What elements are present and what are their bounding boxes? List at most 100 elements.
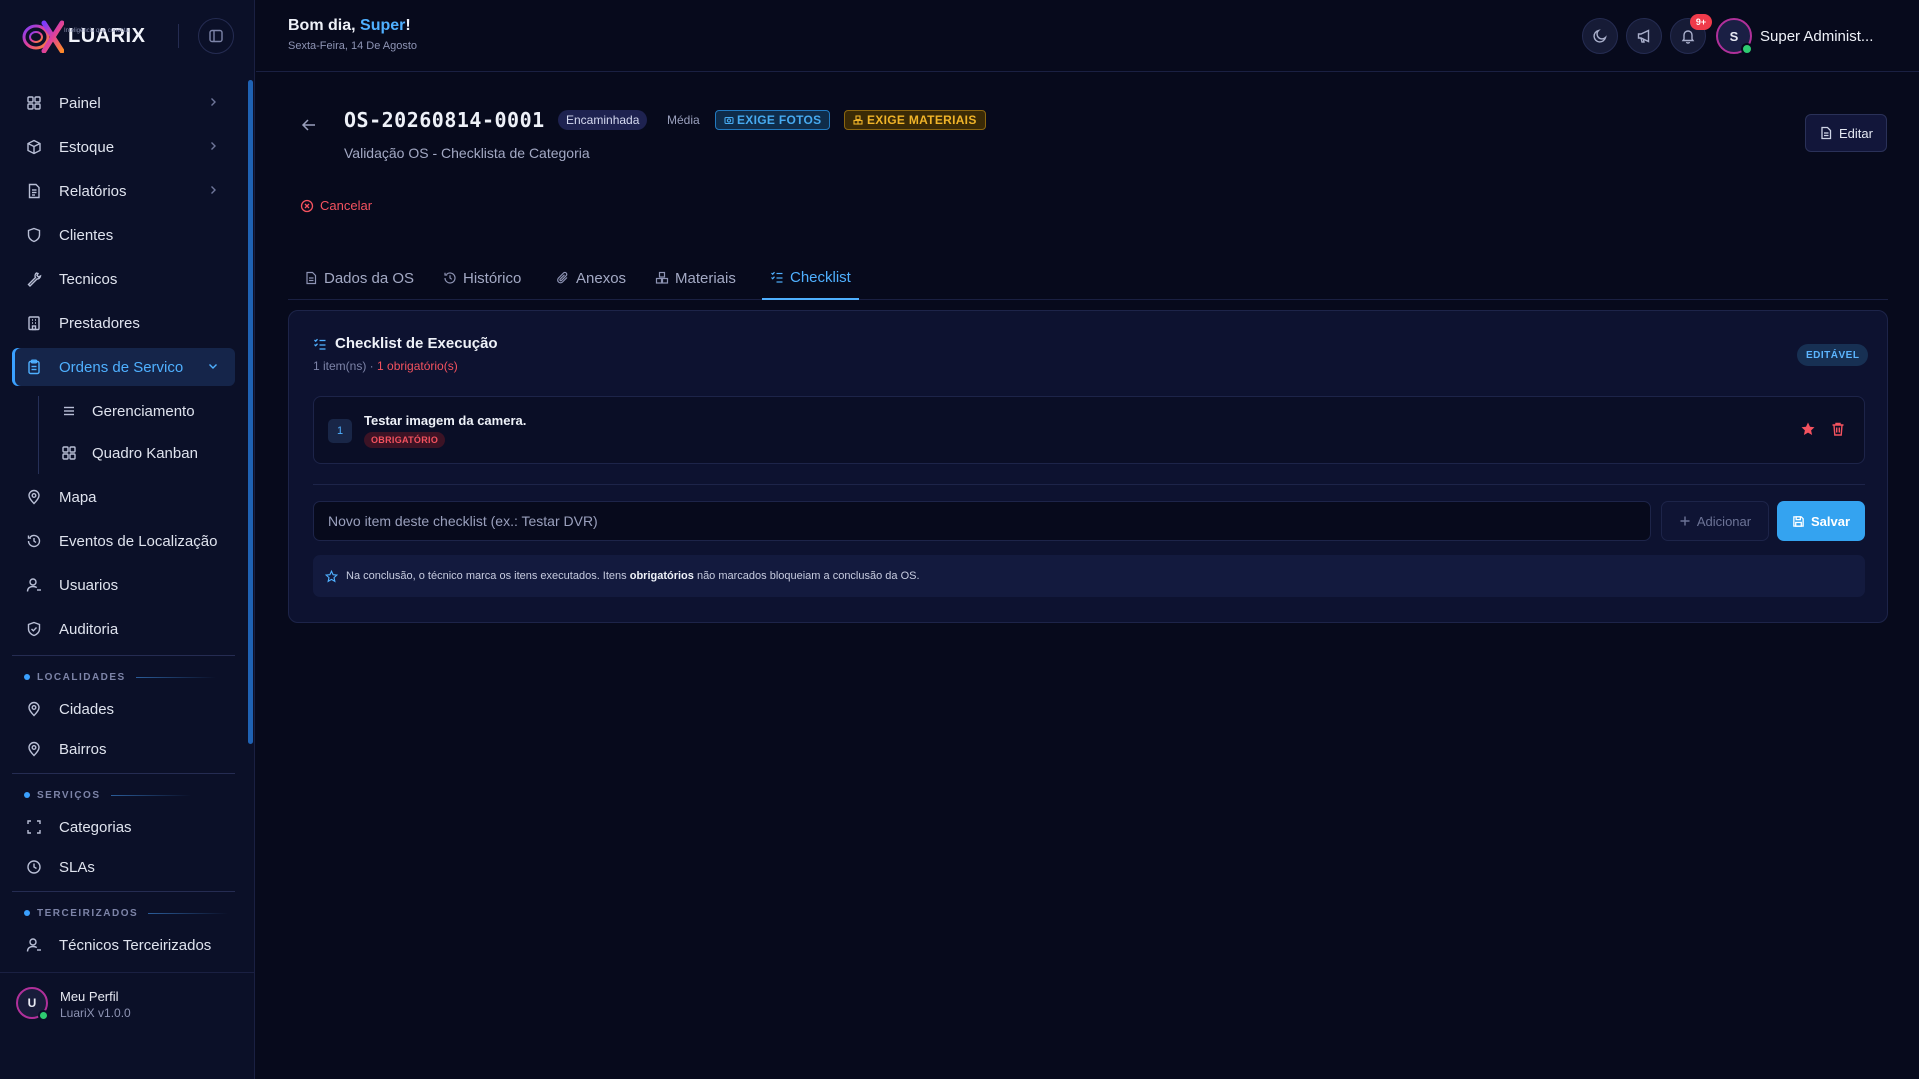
section-dot <box>24 792 30 798</box>
scan-icon <box>25 818 43 836</box>
online-status-dot <box>38 1010 49 1021</box>
sidebar-item-estoque[interactable]: Estoque <box>12 128 235 166</box>
user-menu[interactable]: Super Administ... <box>1760 28 1873 45</box>
profile-link[interactable]: U Meu Perfil LuariX v1.0.0 <box>0 972 255 1079</box>
tab-historico[interactable]: Histórico <box>443 256 521 300</box>
checklist-title: Checklist de Execução <box>313 335 498 352</box>
item-count: 1 item(ns) · <box>313 359 378 373</box>
save-icon <box>1792 515 1805 528</box>
save-label: Salvar <box>1810 513 1851 529</box>
sidebar-item-tecnicos-terceirizados[interactable]: Técnicos Terceirizados <box>12 926 235 964</box>
sidebar-item-relatorios[interactable]: Relatórios <box>12 172 235 210</box>
section-label: TERCEIRIZADOS <box>37 907 139 919</box>
greeting-name: Super <box>360 17 406 34</box>
report-icon <box>25 182 43 200</box>
edit-label: Editar <box>1839 125 1873 141</box>
sidebar-item-label: Quadro Kanban <box>92 444 198 462</box>
chevron-right-icon <box>207 184 219 196</box>
cancel-order-button[interactable]: Cancelar <box>300 198 372 213</box>
required-tag: OBRIGATÓRIO <box>364 432 446 448</box>
announcements-button[interactable] <box>1626 18 1662 54</box>
tab-dados-da-os[interactable]: Dados da OS <box>304 256 414 300</box>
tab-materiais[interactable]: Materiais <box>655 256 736 300</box>
checklist-icon <box>770 270 784 284</box>
sidebar-item-slas[interactable]: SLAs <box>12 848 235 886</box>
top-bar: Bom dia, Super! Sexta-Feira, 14 De Agost… <box>256 0 1919 72</box>
brand-logo[interactable]: LUARIX <box>22 18 145 54</box>
clipboard-icon <box>25 358 43 376</box>
requires-materials-badge: EXIGE MATERIAIS <box>844 110 986 130</box>
sidebar-item-label: Técnicos Terceirizados <box>59 936 212 954</box>
sidebar-item-label: Cidades <box>59 700 115 718</box>
sidebar-item-label: Categorias <box>59 818 132 836</box>
main-content: OS-20260814-0001 Encaminhada Média EXIGE… <box>288 72 1888 1079</box>
sidebar-item-label: Auditoria <box>59 620 119 638</box>
add-item-button[interactable]: Adicionar <box>1661 501 1769 541</box>
tab-label: Checklist <box>790 268 851 286</box>
sidebar-item-clientes[interactable]: Clientes <box>12 216 235 254</box>
edit-button[interactable]: Editar <box>1805 114 1887 152</box>
paperclip-icon <box>556 271 570 285</box>
tab-checklist[interactable]: Checklist <box>762 256 859 300</box>
sidebar-item-painel[interactable]: Painel <box>12 84 235 122</box>
collapse-sidebar-button[interactable] <box>198 18 234 54</box>
hint-prefix: Na conclusão, o técnico marca os itens e… <box>346 570 630 582</box>
user-icon <box>25 936 43 954</box>
chevron-right-icon <box>207 96 219 108</box>
app-version: LuariX v1.0.0 <box>60 1006 131 1020</box>
order-subtitle: Validação OS - Checklista de Categoria <box>344 145 590 161</box>
sidebar-item-eventos-de-localizacao[interactable]: Eventos de Localização <box>12 522 235 560</box>
sidebar-item-quadro-kanban[interactable]: Quadro Kanban <box>12 434 235 472</box>
sidebar: LUARIX Inteligência que conecta Painel E… <box>0 0 255 1079</box>
checklist-card: Checklist de Execução 1 item(ns) · 1 obr… <box>288 310 1888 623</box>
theme-toggle-button[interactable] <box>1582 18 1618 54</box>
arrow-left-icon <box>300 116 318 134</box>
sidebar-item-prestadores[interactable]: Prestadores <box>12 304 235 342</box>
star-icon <box>1800 421 1816 437</box>
grid-icon <box>25 94 43 112</box>
tab-label: Anexos <box>576 269 627 287</box>
sidebar-item-label: Prestadores <box>59 314 140 332</box>
section-servicos: SERVIÇOS <box>24 788 191 802</box>
sidebar-item-mapa[interactable]: Mapa <box>12 478 235 516</box>
sidebar-scrollbar[interactable] <box>248 80 253 744</box>
sidebar-item-cidades[interactable]: Cidades <box>12 690 235 728</box>
back-button[interactable] <box>300 116 318 134</box>
sidebar-item-bairros[interactable]: Bairros <box>12 730 235 768</box>
required-count: 1 obrigatório(s) <box>377 359 458 373</box>
sidebar-item-ordens-de-servico[interactable]: Ordens de Servico <box>12 348 235 386</box>
shield-check-icon <box>25 620 43 638</box>
checklist-title-text: Checklist de Execução <box>335 335 498 352</box>
chevron-right-icon <box>207 140 219 152</box>
section-label: LOCALIDADES <box>37 671 126 683</box>
user-icon <box>25 576 43 594</box>
requires-photos-badge: EXIGE FOTOS <box>715 110 831 130</box>
clock-icon <box>25 858 43 876</box>
toggle-required-button[interactable] <box>1800 421 1816 437</box>
sidebar-item-label: Relatórios <box>59 182 127 200</box>
sidebar-item-usuarios[interactable]: Usuarios <box>12 566 235 604</box>
sidebar-item-label: Usuarios <box>59 576 119 594</box>
delete-item-button[interactable] <box>1830 421 1846 437</box>
section-dot <box>24 674 30 680</box>
order-tabs: Dados da OS Histórico Anexos Materiais C… <box>288 256 1888 300</box>
sidebar-item-categorias[interactable]: Categorias <box>12 808 235 846</box>
sidebar-toggle-icon <box>208 28 224 44</box>
save-checklist-button[interactable]: Salvar <box>1777 501 1865 541</box>
online-status-dot <box>1741 43 1753 55</box>
section-dot <box>24 910 30 916</box>
sidebar-item-label: Clientes <box>59 226 114 244</box>
boxes-icon <box>853 115 863 125</box>
boxes-icon <box>655 271 669 285</box>
tab-anexos[interactable]: Anexos <box>556 256 626 300</box>
hint-text: Na conclusão, o técnico marca os itens e… <box>346 570 920 582</box>
section-rule <box>110 794 191 796</box>
sidebar-item-auditoria[interactable]: Auditoria <box>12 610 235 648</box>
nav-divider <box>12 655 235 656</box>
sidebar-item-tecnicos[interactable]: Tecnicos <box>12 260 235 298</box>
sidebar-item-gerenciamento[interactable]: Gerenciamento <box>12 392 235 430</box>
history-icon <box>443 271 457 285</box>
sidebar-item-label: Gerenciamento <box>92 402 195 420</box>
document-edit-icon <box>1819 126 1833 140</box>
new-checklist-item-input[interactable] <box>313 501 1651 541</box>
